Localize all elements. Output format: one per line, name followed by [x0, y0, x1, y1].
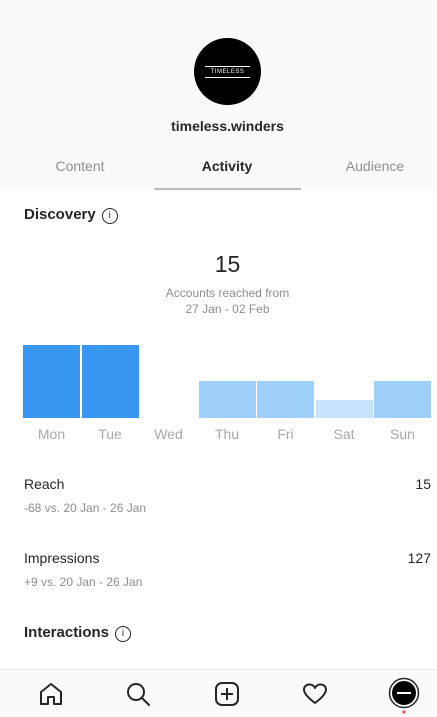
- reach-value: 15: [415, 476, 431, 492]
- insights-tabs: Content Activity Audience: [0, 158, 437, 191]
- chart-day-label: Fri: [277, 426, 294, 442]
- activity-heart-icon[interactable]: [301, 680, 329, 708]
- chart-bar[interactable]: [198, 381, 256, 418]
- reach-label: Reach: [24, 476, 65, 492]
- discovery-heading: Discovery i: [24, 206, 118, 224]
- chart-day-label: Mon: [37, 426, 66, 442]
- accounts-reached-caption: Accounts reached from: [165, 286, 290, 300]
- bottom-nav: [0, 669, 437, 717]
- impressions-value: 127: [407, 550, 431, 566]
- profile-avatar[interactable]: [388, 677, 420, 715]
- impressions-label: Impressions: [24, 550, 100, 566]
- username: timeless.winders: [171, 118, 284, 134]
- active-tab-indicator: [154, 188, 301, 190]
- chart-day-label: Thu: [214, 426, 240, 442]
- date-range-caption: 27 Jan - 02 Feb: [185, 302, 270, 316]
- search-icon[interactable]: [124, 680, 152, 708]
- chart-day-label: Sat: [333, 426, 355, 442]
- chart-bar[interactable]: [81, 345, 139, 418]
- tab-activity[interactable]: Activity: [154, 158, 300, 188]
- chart-bar[interactable]: [374, 381, 431, 418]
- profile-logo[interactable]: TIMELESS: [194, 38, 261, 105]
- home-icon[interactable]: [37, 680, 65, 708]
- reach-comparison: -68 vs. 20 Jan - 26 Jan: [24, 501, 147, 515]
- chart-day-label: Wed: [154, 426, 183, 442]
- chart-day-label: Tue: [98, 426, 122, 442]
- interactions-title: Interactions: [24, 624, 110, 641]
- logo-text: TIMELESS: [204, 65, 251, 78]
- tab-content[interactable]: Content: [10, 158, 150, 188]
- chart-bar[interactable]: [23, 345, 80, 418]
- chart-bar[interactable]: [257, 381, 314, 418]
- chart-bar[interactable]: [315, 400, 373, 418]
- info-icon[interactable]: i: [115, 626, 132, 642]
- tab-audience[interactable]: Audience: [305, 158, 437, 188]
- chart-day-label: Sun: [390, 426, 415, 442]
- profile-header: TIMELESS timeless.winders Content Activi…: [0, 0, 437, 191]
- discovery-title: Discovery: [24, 206, 96, 223]
- impressions-comparison: +9 vs. 20 Jan - 26 Jan: [24, 575, 143, 589]
- info-icon[interactable]: i: [101, 208, 118, 224]
- new-post-icon[interactable]: [213, 680, 241, 708]
- accounts-reached-count: 15: [214, 251, 241, 277]
- interactions-heading: Interactions i: [24, 624, 132, 642]
